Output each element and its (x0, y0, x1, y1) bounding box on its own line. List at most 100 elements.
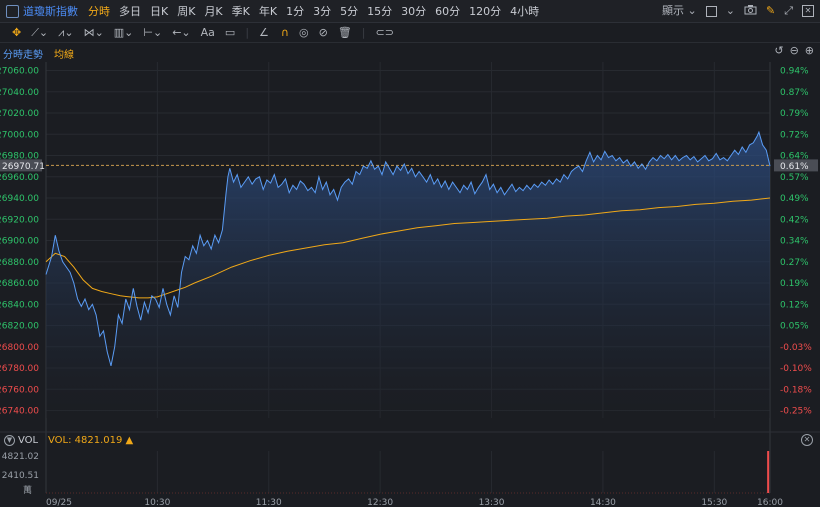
y-axis-right: 0.94% 0.87% 0.79% 0.72% 0.64% 0.57% 0.49% 0.42%… (780, 67, 812, 417)
volume-unit-label: 萬 (23, 484, 32, 496)
no-draw-icon[interactable]: ⊘ (319, 26, 328, 39)
price-area-fill (46, 132, 770, 418)
angle-icon[interactable]: ∠ (259, 26, 269, 39)
drawing-toolbar: ✥ ⟋⌄ ⩘⌄ ⋈⌄ ▥⌄ ⊢⌄ ←⌄ Aa ▭ | ∠ ∩ ◎ ⊘ 🗑 | ⊂… (0, 23, 820, 43)
tab-120min[interactable]: 120分 (469, 3, 501, 19)
x-tick-label: 13:30 (479, 498, 505, 507)
x-tick-label: 14:30 (590, 498, 616, 507)
x-tick-label: 16:00 (757, 498, 783, 507)
collapse-icon[interactable]: ▼ (4, 435, 15, 446)
tab-multi-day[interactable]: 多日 (119, 3, 141, 19)
volume-header: ▼ VOL VOL: 4821.019 ▲ ✕ (0, 433, 820, 449)
y-tick-label: 26900.00 (0, 237, 39, 247)
crosshair-icon[interactable]: ✥ (12, 26, 21, 39)
tab-3min[interactable]: 3分 (313, 3, 331, 19)
y-right-tick-label: 0.05% (780, 322, 809, 332)
magnet-icon[interactable]: ∩ (281, 26, 289, 39)
link-icon[interactable]: ⊂⊃ (376, 26, 394, 39)
comment-icon[interactable]: ▭ (225, 26, 235, 39)
y-tick-label: 26860.00 (0, 279, 39, 289)
legend-avg-line: 均線 (54, 50, 74, 61)
trendline-icon[interactable]: ⟋⌄ (31, 26, 48, 40)
x-tick-label: 10:30 (144, 498, 170, 507)
y-right-tick-label: 0.72% (780, 130, 809, 140)
fibonacci-icon[interactable]: ▥⌄ (114, 26, 134, 39)
y-tick-label: 26740.00 (0, 407, 39, 417)
y-tick-label: 26780.00 (0, 364, 39, 374)
y-tick-label: 26760.00 (0, 385, 39, 395)
zoom-out-icon[interactable]: ⊖ (790, 45, 799, 57)
separator: | (361, 26, 366, 39)
tab-1min[interactable]: 1分 (286, 3, 304, 19)
separator: | (245, 26, 250, 39)
index-name[interactable]: 道瓊斯指數 (23, 3, 78, 19)
chevron-down-icon[interactable]: ⌄ (726, 5, 735, 17)
volume-value: VOL: 4821.019 ▲ (48, 435, 134, 446)
y-right-tick-label: -0.10% (780, 364, 812, 374)
x-tick-label: 12:30 (367, 498, 393, 507)
x-tick-label: 15:30 (701, 498, 727, 507)
tab-weekly[interactable]: 周K (177, 3, 195, 19)
tab-30min[interactable]: 30分 (401, 3, 426, 19)
trash-icon[interactable]: 🗑 (338, 26, 352, 39)
series-line-price (45, 130, 771, 367)
last-price-tag: 26970.71 (2, 162, 45, 172)
pencil-icon[interactable]: ✎ (766, 5, 775, 17)
close-icon[interactable]: ✕ (802, 5, 814, 17)
hide-icon[interactable]: ◎ (299, 26, 309, 39)
last-price-tags: 26970.71 0.61% (0, 159, 818, 172)
tab-quarterly[interactable]: 季K (232, 3, 250, 19)
camera-icon[interactable] (744, 4, 757, 18)
tab-daily[interactable]: 日K (150, 3, 168, 19)
y-tick-label: 27000.00 (0, 130, 39, 140)
zoom-in-icon[interactable]: ⊕ (805, 45, 814, 57)
pattern-icon[interactable]: ⋈⌄ (84, 26, 104, 39)
tab-4hour[interactable]: 4小時 (510, 3, 539, 19)
text-tool[interactable]: Aa (201, 26, 215, 39)
range-icon[interactable]: ⊢⌄ (143, 26, 162, 39)
x-tick-label: 09/25 (46, 498, 72, 507)
y-right-tick-label: 0.49% (780, 194, 809, 204)
y-tick-label: 26880.00 (0, 258, 39, 268)
tab-60min[interactable]: 60分 (435, 3, 460, 19)
y-right-tick-label: -0.18% (780, 385, 812, 395)
index-toggle-icon[interactable] (6, 4, 19, 18)
close-volume-icon[interactable]: ✕ (801, 434, 813, 446)
y-right-tick-label: 0.87% (780, 88, 809, 98)
channel-icon[interactable]: ⩘⌄ (58, 26, 73, 40)
y-tick-label: 26820.00 (0, 322, 39, 332)
tab-15min[interactable]: 15分 (367, 3, 392, 19)
reset-icon[interactable]: ↺ (774, 45, 783, 57)
y-right-tick-label: 0.57% (780, 173, 809, 183)
x-tick-label: 11:30 (256, 498, 282, 507)
y-tick-label: 26840.00 (0, 300, 39, 310)
volume-name: VOL (18, 435, 39, 446)
tab-5min[interactable]: 5分 (340, 3, 358, 19)
grid (0, 62, 820, 493)
tab-intraday[interactable]: 分時 (88, 3, 110, 19)
volume-tick-label: 4821.02 (2, 452, 39, 462)
tab-yearly[interactable]: 年K (259, 3, 277, 19)
expand-icon[interactable]: ⤢ (784, 5, 793, 17)
legend-price-line: 分時走勢 (3, 50, 43, 61)
intraday-chart[interactable]: 27060.00 27040.00 27020.00 27000.00 26980.00… (0, 0, 820, 507)
y-right-tick-label: 0.12% (780, 300, 809, 310)
tab-monthly[interactable]: 月K (204, 3, 222, 19)
volume-bar (767, 451, 770, 493)
y-tick-label: 26960.00 (0, 173, 39, 183)
zoom-controls: ↺ ⊖ ⊕ (774, 45, 814, 57)
y-right-tick-label: 0.27% (780, 258, 809, 268)
top-bar: 道瓊斯指數 分時 多日 日K 周K 月K 季K 年K 1分 3分 5分 15分 … (0, 0, 820, 23)
y-right-tick-label: -0.25% (780, 407, 812, 417)
chart-legend: 分時走勢 均線 ↺ ⊖ ⊕ (0, 43, 820, 62)
y-tick-label: 26940.00 (0, 194, 39, 204)
volume-panel: 4821.02 2410.51 萬 (2, 451, 770, 496)
y-right-tick-label: 0.79% (780, 109, 809, 119)
y-right-tick-label: 0.64% (780, 152, 809, 162)
display-dropdown[interactable]: 顯示 ⌄ (662, 5, 697, 17)
arrow-icon[interactable]: ←⌄ (172, 26, 190, 39)
y-tick-label: 27020.00 (0, 109, 39, 119)
x-axis: 09/25 10:30 11:30 12:30 13:30 14:30 15:30 16:00 (46, 498, 783, 507)
checkbox-icon[interactable] (705, 5, 717, 17)
price-area (46, 132, 770, 418)
